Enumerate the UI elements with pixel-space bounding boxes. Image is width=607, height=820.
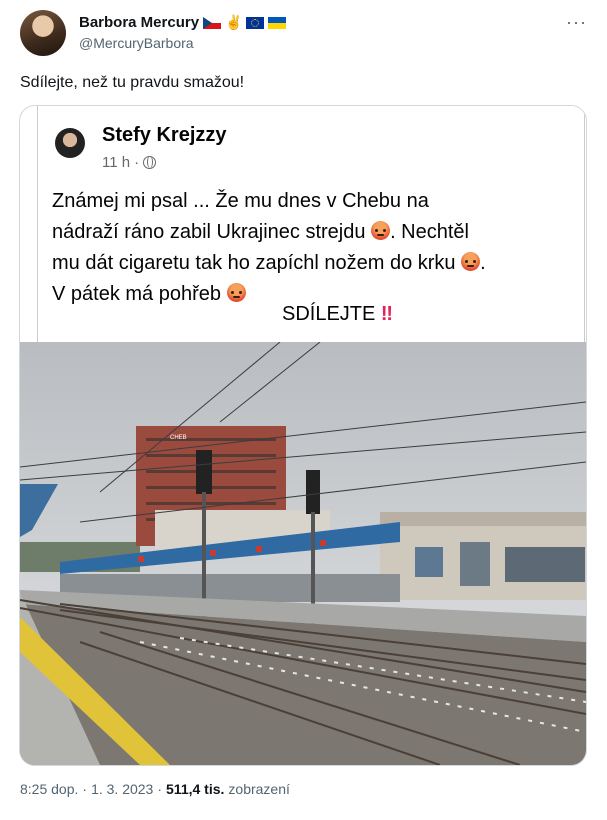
globe-icon	[143, 156, 157, 169]
angry-face-icon	[371, 221, 391, 240]
tweet-footer: 8:25 dop. · 1. 3. 2023 · 511,4 tis. zobr…	[20, 781, 290, 797]
views-label: zobrazení	[228, 781, 290, 797]
meta-dot: ·	[134, 154, 140, 171]
body-line-2: nádraží ráno zabil Ukrajinec strejdu	[52, 221, 366, 243]
embedded-avatar	[55, 128, 85, 158]
body-line-4: V pátek má pohřeb	[52, 283, 221, 305]
embedded-body: Známej mi psal ... Že mu dnes v Chebu na…	[52, 186, 572, 310]
footer-dot: ·	[82, 781, 88, 797]
embedded-time: 11 h	[102, 154, 131, 171]
angry-face-icon	[226, 283, 246, 302]
more-options-icon[interactable]: ···	[566, 12, 587, 33]
body-line-3: mu dát cigaretu tak ho zapíchl nožem do …	[52, 252, 456, 274]
share-call: SDÍLEJTE ‼	[282, 303, 393, 326]
body-line-2b: . Nechtěl	[390, 221, 469, 243]
share-text: SDÍLEJTE	[282, 303, 376, 325]
tweet-text: Sdílejte, než tu pravdu smažou!	[20, 74, 245, 91]
station-photo: CHEB	[20, 342, 586, 765]
author-name-row[interactable]: Barbora Mercury ✌	[79, 14, 287, 31]
body-line-1: Známej mi psal ... Že mu dnes v Chebu na	[52, 190, 429, 212]
body-line-3b: .	[480, 252, 486, 274]
double-exclamation-icon: ‼	[380, 303, 393, 325]
embedded-meta: 11 h ·	[102, 154, 157, 171]
flag-eu-icon	[246, 16, 265, 29]
flag-cz-icon	[203, 16, 222, 29]
tweet-date[interactable]: 1. 3. 2023	[91, 781, 153, 797]
peace-sign-icon: ✌	[225, 14, 243, 30]
views-count: 511,4 tis.	[166, 781, 225, 797]
embedded-author-name: Stefy Krejzzy	[102, 124, 227, 146]
station-sign: CHEB	[170, 435, 187, 441]
author-avatar[interactable]	[20, 10, 66, 56]
author-handle[interactable]: @MercuryBarbora	[79, 35, 194, 51]
tweet-media[interactable]: Stefy Krejzzy 11 h · Známej mi psal ... …	[19, 105, 587, 766]
tweet-time[interactable]: 8:25 dop.	[20, 781, 78, 797]
flag-ua-icon	[268, 16, 287, 29]
author-name[interactable]: Barbora Mercury	[79, 14, 199, 31]
footer-dot: ·	[157, 781, 163, 797]
angry-face-icon	[461, 252, 481, 271]
